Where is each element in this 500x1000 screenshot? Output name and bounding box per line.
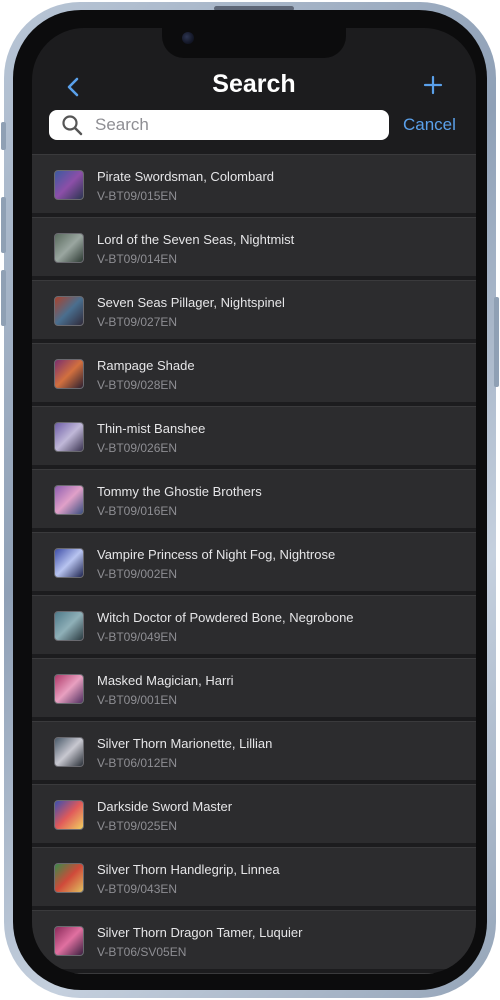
volume-down-button [1, 270, 6, 326]
volume-up-button [1, 197, 6, 253]
screen: Search Cancel Pirate Swordsman, Colombar… [32, 28, 476, 974]
card-code: V-BT09/043EN [97, 882, 178, 896]
card-thumbnail [54, 548, 84, 578]
card-thumbnail [54, 737, 84, 767]
card-code: V-BT09/002EN [97, 567, 178, 581]
card-thumbnail [54, 233, 84, 263]
card-list: Pirate Swordsman, Colombard V-BT09/015EN L… [32, 154, 476, 974]
list-item[interactable]: Darkside Sword Master V-BT09/025EN [32, 784, 476, 843]
card-code: V-BT09/014EN [97, 252, 178, 266]
card-code: V-BT09/025EN [97, 819, 178, 833]
card-code: V-BT09/015EN [97, 189, 178, 203]
page-title: Search [212, 70, 296, 98]
card-name: Witch Doctor of Powdered Bone, Negrobone [97, 610, 354, 625]
list-item[interactable]: Silver Thorn Marionette, Lillian V-BT06/0… [32, 721, 476, 780]
action-button [1, 122, 6, 150]
card-thumbnail [54, 359, 84, 389]
search-input[interactable] [95, 110, 379, 140]
search-field[interactable] [49, 110, 389, 140]
list-item[interactable]: Tommy the Ghostie Brothers V-BT09/016EN [32, 469, 476, 528]
card-code: V-BT06/012EN [97, 756, 178, 770]
card-thumbnail [54, 170, 84, 200]
list-item[interactable]: Pirate Swordsman, Colombard V-BT09/015EN [32, 154, 476, 213]
card-name: Silver Thorn Marionette, Lillian [97, 736, 273, 751]
list-item[interactable]: Vampire Princess of Night Fog, Nightrose… [32, 532, 476, 591]
plus-icon [423, 75, 443, 95]
search-icon [62, 115, 83, 136]
camera-icon [182, 32, 194, 44]
card-code: V-BT06/SV05EN [97, 945, 187, 959]
notch [162, 28, 346, 58]
card-thumbnail [54, 674, 84, 704]
card-name: Rampage Shade [97, 358, 195, 373]
power-button [494, 297, 499, 387]
card-thumbnail [54, 611, 84, 641]
card-thumbnail [54, 863, 84, 893]
card-thumbnail [54, 485, 84, 515]
list-item[interactable]: Masked Magician, Harri V-BT09/001EN [32, 658, 476, 717]
card-thumbnail [54, 296, 84, 326]
list-item[interactable]: Rampage Shade V-BT09/028EN [32, 343, 476, 402]
card-name: Masked Magician, Harri [97, 673, 234, 688]
card-thumbnail [54, 800, 84, 830]
card-code: V-BT09/001EN [97, 693, 178, 707]
card-code: V-BT09/049EN [97, 630, 178, 644]
card-thumbnail [54, 422, 84, 452]
search-bar: Cancel [32, 110, 476, 142]
navigation-bar: Search [32, 64, 476, 108]
list-item[interactable]: Witch Doctor of Powdered Bone, Negrobone… [32, 595, 476, 654]
card-name: Thin-mist Banshee [97, 421, 206, 436]
list-item[interactable]: Danger Jungo Dragon [32, 973, 476, 974]
list-item[interactable]: Lord of the Seven Seas, Nightmist V-BT09/… [32, 217, 476, 276]
card-code: V-BT09/026EN [97, 441, 178, 455]
list-item[interactable]: Silver Thorn Dragon Tamer, Luquier V-BT06… [32, 910, 476, 969]
card-name: Vampire Princess of Night Fog, Nightrose [97, 547, 336, 562]
phone-frame: Search Cancel Pirate Swordsman, Colombar… [1, 2, 499, 998]
list-item[interactable]: Silver Thorn Handlegrip, Linnea V-BT09/04… [32, 847, 476, 906]
card-thumbnail [54, 926, 84, 956]
card-name: Tommy the Ghostie Brothers [97, 484, 262, 499]
card-code: V-BT09/027EN [97, 315, 178, 329]
card-name: Pirate Swordsman, Colombard [97, 169, 275, 184]
card-name: Silver Thorn Dragon Tamer, Luquier [97, 925, 303, 940]
card-name: Lord of the Seven Seas, Nightmist [97, 232, 295, 247]
card-name: Seven Seas Pillager, Nightspinel [97, 295, 285, 310]
back-button[interactable] [62, 74, 88, 100]
list-item[interactable]: Seven Seas Pillager, Nightspinel V-BT09/0… [32, 280, 476, 339]
cancel-button[interactable]: Cancel [403, 115, 456, 135]
list-item[interactable]: Thin-mist Banshee V-BT09/026EN [32, 406, 476, 465]
card-name: Silver Thorn Handlegrip, Linnea [97, 862, 280, 877]
card-code: V-BT09/016EN [97, 504, 178, 518]
chevron-left-icon [67, 77, 79, 97]
add-button[interactable] [422, 74, 444, 96]
card-name: Darkside Sword Master [97, 799, 233, 814]
card-code: V-BT09/028EN [97, 378, 178, 392]
